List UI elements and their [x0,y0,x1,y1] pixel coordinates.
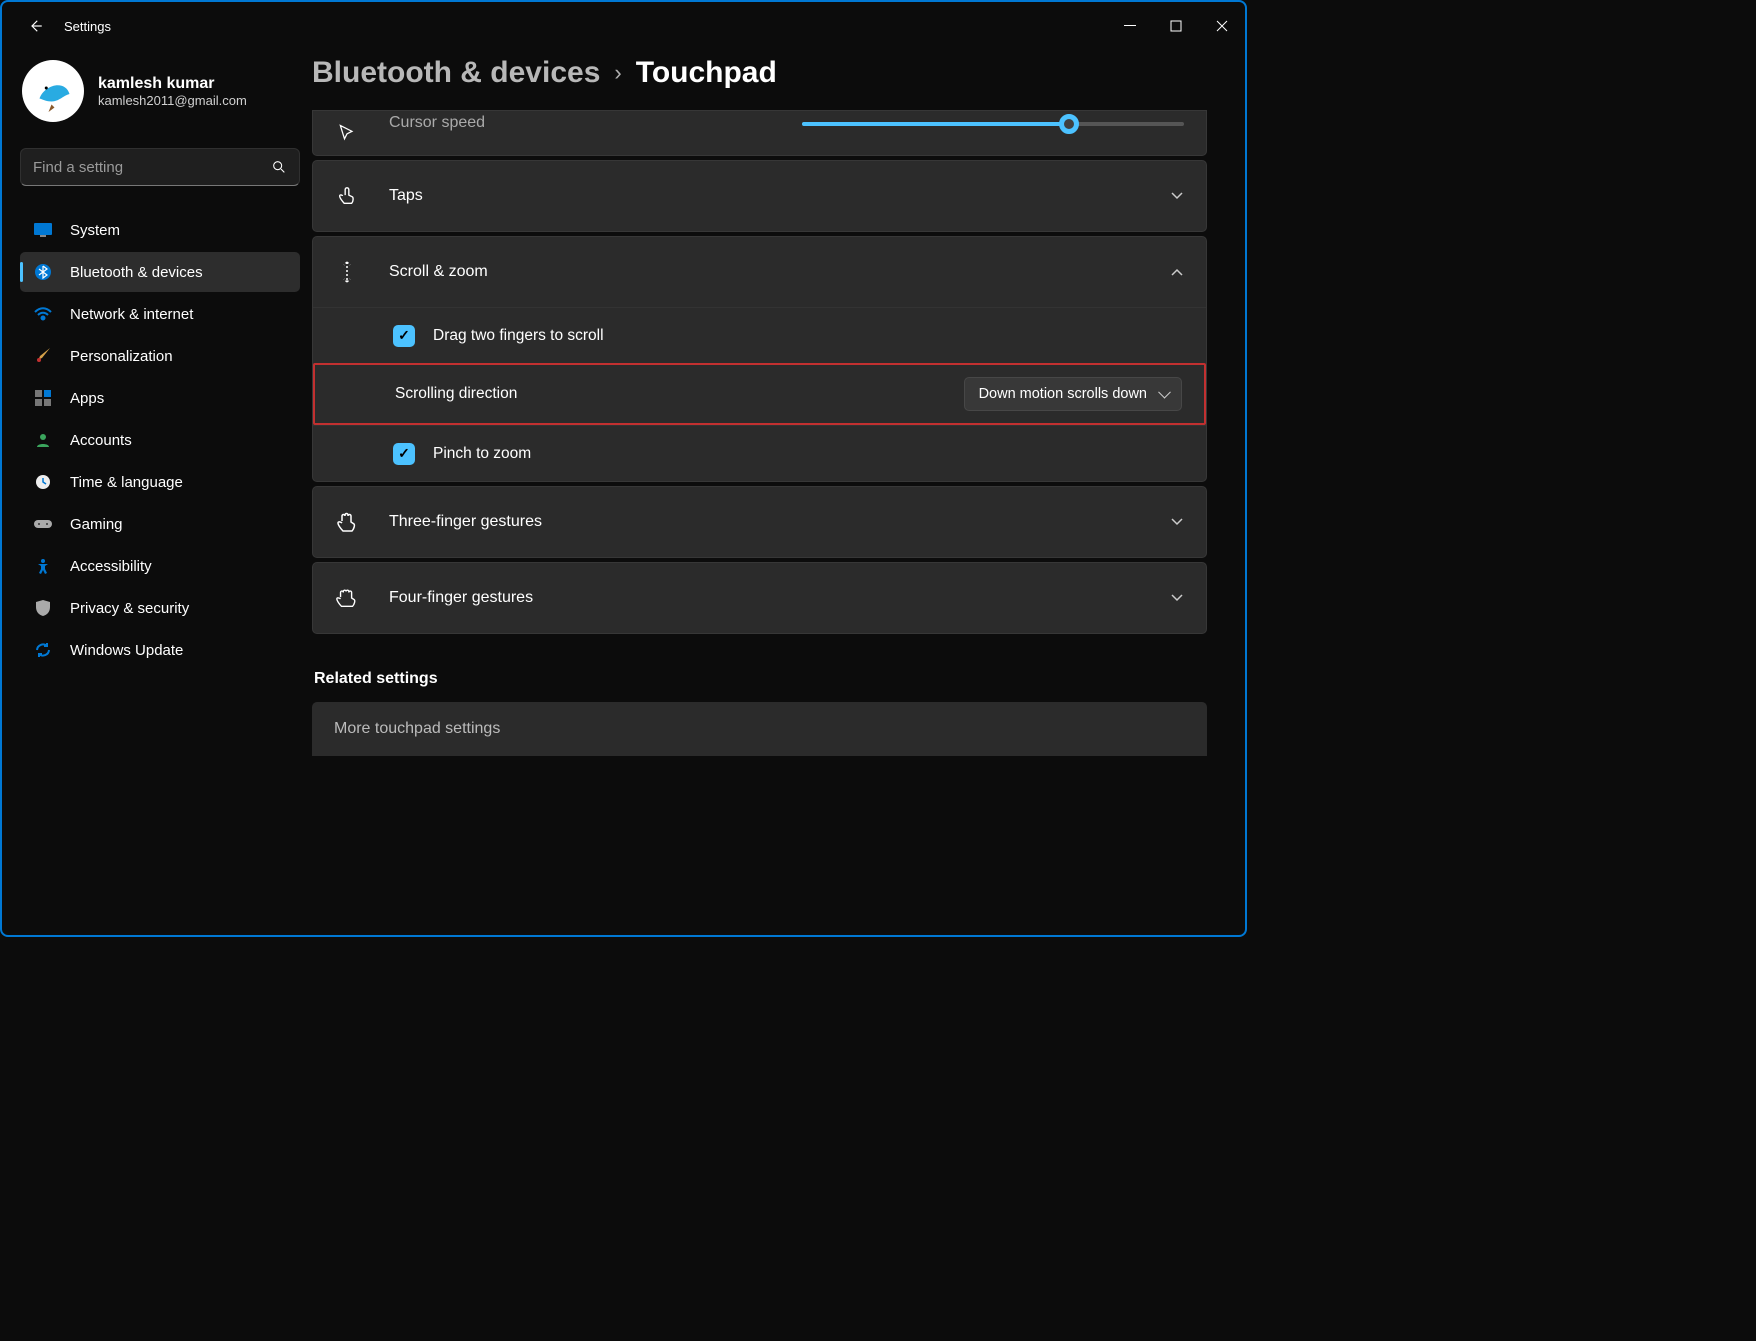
related-settings-heading: Related settings [312,670,1207,688]
scrolling-direction-row: Scrolling direction Down motion scrolls … [313,363,1206,425]
cursor-speed-slider[interactable] [802,114,1185,132]
profile-email: kamlesh2011@gmail.com [98,93,247,108]
sidebar-item-label: Network & internet [70,306,193,323]
three-finger-icon [335,511,359,533]
taps-panel[interactable]: Taps [312,160,1207,232]
brush-icon [34,348,52,364]
chevron-right-icon: › [614,60,621,86]
sidebar-item-label: Bluetooth & devices [70,264,203,281]
search-input[interactable] [33,159,271,176]
four-finger-label: Four-finger gestures [389,589,1140,607]
profile[interactable]: kamlesh kumar kamlesh2011@gmail.com [20,50,300,148]
breadcrumb: Bluetooth & devices › Touchpad [312,50,1207,110]
search-icon [271,159,287,175]
chevron-up-icon [1170,267,1184,277]
maximize-button[interactable] [1153,10,1199,42]
update-icon [34,642,52,658]
four-finger-panel[interactable]: Four-finger gestures [312,562,1207,634]
sidebar-item-label: Accessibility [70,558,152,575]
sidebar-item-personalization[interactable]: Personalization [20,336,300,376]
four-finger-icon [335,587,359,609]
sidebar: kamlesh kumar kamlesh2011@gmail.com Syst… [2,50,312,935]
drag-two-fingers-row[interactable]: ✓ Drag two fingers to scroll [313,307,1206,363]
accessibility-icon [34,558,52,574]
sidebar-item-gaming[interactable]: Gaming [20,504,300,544]
chevron-down-icon [1170,517,1184,527]
scrolling-direction-label: Scrolling direction [395,385,517,403]
scroll-icon [335,260,359,284]
person-icon [34,432,52,448]
titlebar: Settings [2,2,1245,50]
dropdown-value: Down motion scrolls down [979,386,1147,402]
search-box[interactable] [20,148,300,186]
three-finger-label: Three-finger gestures [389,513,1140,531]
minimize-button[interactable] [1107,10,1153,42]
sidebar-item-time[interactable]: Time & language [20,462,300,502]
cursor-icon [335,123,359,143]
sidebar-item-update[interactable]: Windows Update [20,630,300,670]
pinch-to-zoom-label: Pinch to zoom [433,445,531,463]
sidebar-item-label: Apps [70,390,104,407]
more-touchpad-settings[interactable]: More touchpad settings [312,702,1207,756]
taps-label: Taps [389,187,1140,205]
sidebar-item-system[interactable]: System [20,210,300,250]
chevron-down-icon [1170,191,1184,201]
scrolling-direction-dropdown[interactable]: Down motion scrolls down [964,377,1182,411]
sidebar-item-bluetooth[interactable]: Bluetooth & devices [20,252,300,292]
avatar [22,60,84,122]
drag-two-fingers-label: Drag two fingers to scroll [433,327,604,345]
back-arrow-icon[interactable] [26,17,44,35]
cursor-speed-label: Cursor speed [389,114,772,132]
sidebar-item-apps[interactable]: Apps [20,378,300,418]
sidebar-item-network[interactable]: Network & internet [20,294,300,334]
sidebar-item-label: System [70,222,120,239]
wifi-icon [34,307,52,321]
scroll-zoom-panel: Scroll & zoom ✓ Drag two fingers to scro… [312,236,1207,482]
display-icon [34,223,52,237]
sidebar-item-label: Privacy & security [70,600,189,617]
tap-icon [335,185,359,207]
shield-icon [34,600,52,616]
app-title: Settings [64,19,111,34]
checkbox-checked-icon[interactable]: ✓ [393,443,415,465]
main-content: Bluetooth & devices › Touchpad Cursor sp… [312,50,1245,935]
sidebar-item-label: Gaming [70,516,123,533]
three-finger-panel[interactable]: Three-finger gestures [312,486,1207,558]
sidebar-item-accessibility[interactable]: Accessibility [20,546,300,586]
cursor-speed-panel: Cursor speed [312,110,1207,156]
close-button[interactable] [1199,10,1245,42]
sidebar-nav: System Bluetooth & devices Network & int… [20,210,300,670]
scroll-zoom-label: Scroll & zoom [389,263,1140,281]
profile-name: kamlesh kumar [98,75,247,93]
sidebar-item-label: Time & language [70,474,183,491]
breadcrumb-current: Touchpad [636,56,777,90]
sidebar-item-label: Windows Update [70,642,183,659]
checkbox-checked-icon[interactable]: ✓ [393,325,415,347]
apps-icon [34,390,52,406]
breadcrumb-parent[interactable]: Bluetooth & devices [312,56,600,90]
clock-icon [34,474,52,490]
sidebar-item-privacy[interactable]: Privacy & security [20,588,300,628]
bluetooth-icon [34,264,52,280]
gamepad-icon [34,518,52,530]
pinch-to-zoom-row[interactable]: ✓ Pinch to zoom [313,425,1206,481]
sidebar-item-label: Personalization [70,348,173,365]
sidebar-item-label: Accounts [70,432,132,449]
chevron-down-icon [1170,593,1184,603]
sidebar-item-accounts[interactable]: Accounts [20,420,300,460]
scroll-zoom-header[interactable]: Scroll & zoom [313,237,1206,307]
